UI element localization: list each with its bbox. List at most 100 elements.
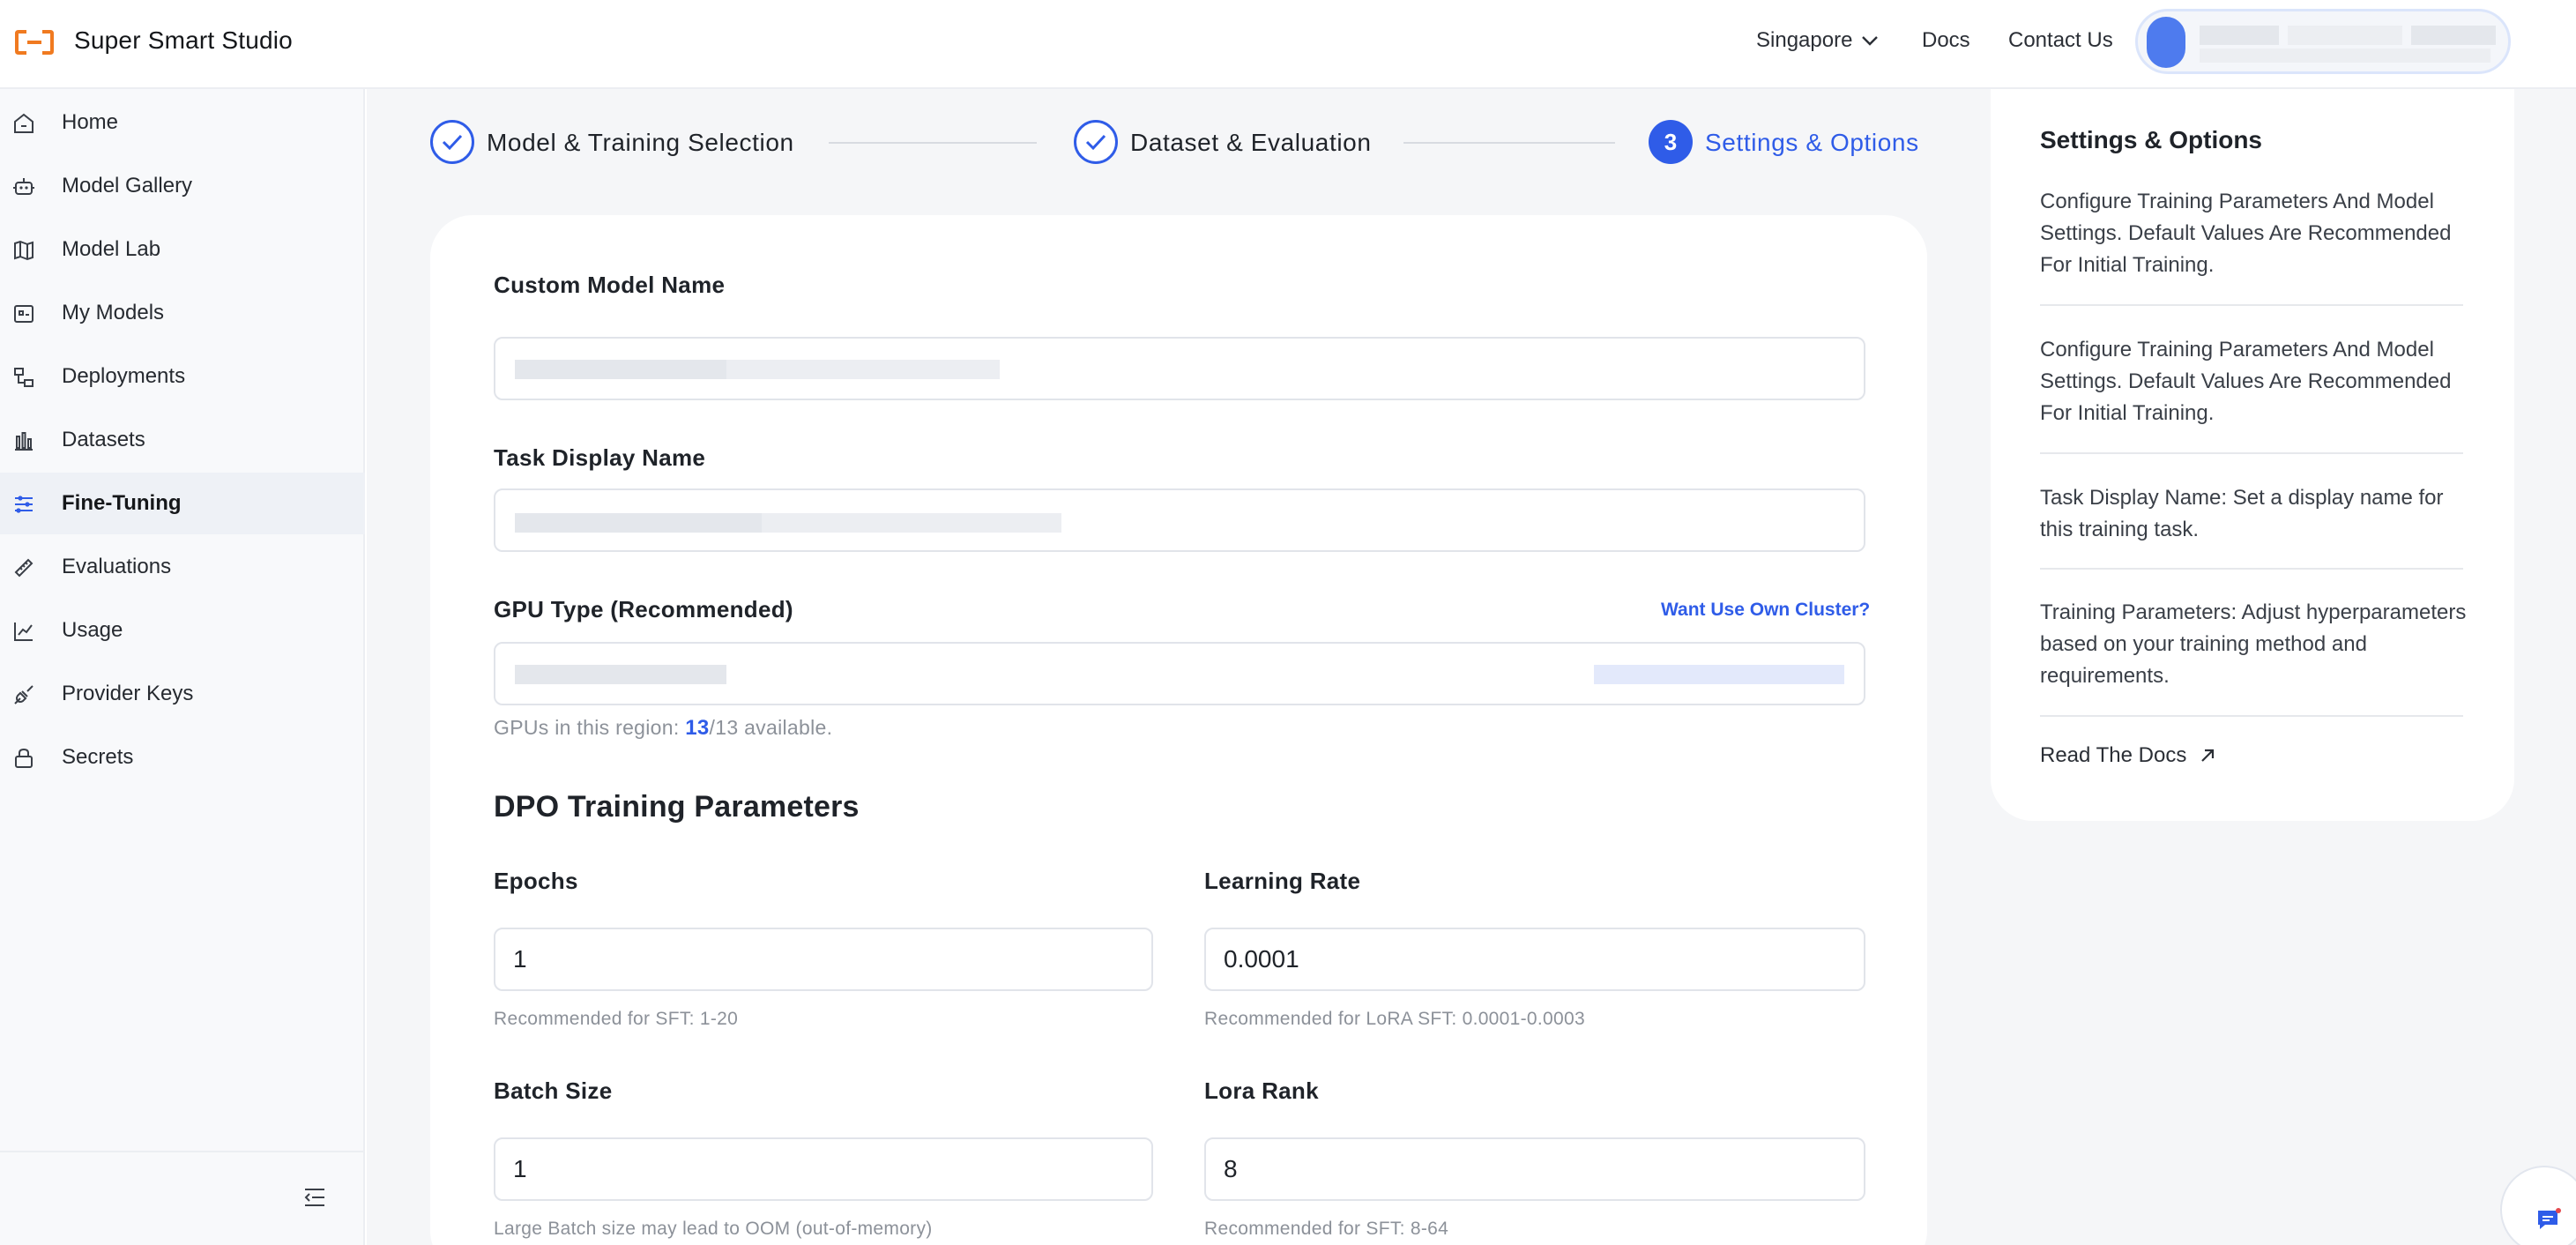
- lora-rank-input[interactable]: 8: [1204, 1137, 1865, 1201]
- sidebar-item-model-gallery[interactable]: Model Gallery: [0, 155, 365, 217]
- chat-icon: [2538, 1208, 2561, 1229]
- step-1-label[interactable]: Model & Training Selection: [487, 129, 794, 157]
- lock-icon: [15, 748, 33, 768]
- sidebar-item-home[interactable]: Home: [0, 92, 365, 153]
- input-value-redacted: [515, 513, 762, 533]
- sidebar-item-label: Evaluations: [62, 555, 172, 578]
- gpu-type-select[interactable]: [494, 642, 1865, 705]
- gpu-hint-prefix: GPUs in this region:: [494, 716, 686, 739]
- gpu-hint-suffix: /13 available.: [709, 716, 833, 739]
- home-icon: [14, 113, 34, 133]
- epochs-input[interactable]: 1: [494, 928, 1153, 991]
- stepper: Model & Training Selection Dataset & Eva…: [430, 120, 1929, 168]
- step-2-check: [1074, 120, 1118, 164]
- sidebar-item-label: Model Gallery: [62, 174, 193, 198]
- help-paragraph: Configure Training Parameters And Model …: [2040, 338, 2452, 425]
- lora-rank-label: Lora Rank: [1204, 1077, 1319, 1104]
- own-cluster-link[interactable]: Want Use Own Cluster?: [1661, 600, 1870, 621]
- batch-size-hint: Large Batch size may lead to OOM (out-of…: [494, 1219, 933, 1239]
- task-display-name-input[interactable]: [494, 488, 1865, 552]
- sidebar-item-label: Deployments: [62, 364, 186, 388]
- learning-rate-label: Learning Rate: [1204, 868, 1361, 894]
- learning-rate-input[interactable]: 0.0001: [1204, 928, 1865, 991]
- task-display-name-label: Task Display Name: [494, 444, 706, 471]
- bar-chart-icon: [15, 432, 33, 451]
- custom-model-name-input[interactable]: [494, 337, 1865, 400]
- sidebar-item-label: My Models: [62, 301, 165, 324]
- help-separator: [2040, 452, 2463, 454]
- sidebar-divider: [0, 1151, 365, 1152]
- sidebar-item-label: Datasets: [62, 428, 145, 451]
- deploy-icon: [14, 368, 34, 387]
- sidebar-item-model-lab[interactable]: Model Lab: [0, 219, 365, 280]
- sidebar-item-datasets[interactable]: Datasets: [0, 409, 365, 471]
- help-separator: [2040, 304, 2463, 306]
- step-3-number: 3: [1649, 120, 1693, 164]
- gpu-badge-redacted: [1594, 665, 1844, 684]
- region-selector[interactable]: Singapore: [1756, 28, 1879, 53]
- help-paragraph: Task Display Name: Set a display name fo…: [2040, 486, 2444, 541]
- input-value-redacted: [515, 360, 726, 379]
- sidebar-item-deployments[interactable]: Deployments: [0, 346, 365, 407]
- sidebar-item-evaluations[interactable]: Evaluations: [0, 536, 365, 598]
- batch-size-input[interactable]: 1: [494, 1137, 1153, 1201]
- chevron-down-icon: [1862, 36, 1879, 46]
- sidebar: Home Model Gallery Model Lab My Models D…: [0, 89, 365, 1245]
- user-email-redacted: [2200, 48, 2490, 63]
- user-menu[interactable]: [2135, 9, 2511, 74]
- user-name-redacted: [2411, 26, 2496, 45]
- sliders-icon: [15, 496, 33, 513]
- gpu-type-value-redacted: [515, 665, 726, 684]
- step-connector: [829, 142, 1037, 144]
- gpu-type-label: GPU Type (Recommended): [494, 596, 793, 622]
- help-paragraph: Configure Training Parameters And Model …: [2040, 190, 2452, 277]
- learning-rate-hint: Recommended for LoRA SFT: 0.0001-0.0003: [1204, 1009, 1585, 1029]
- help-separator: [2040, 568, 2463, 570]
- sidebar-item-usage[interactable]: Usage: [0, 600, 365, 661]
- lora-rank-hint: Recommended for SFT: 8-64: [1204, 1219, 1449, 1239]
- section-title: DPO Training Parameters: [494, 790, 860, 824]
- sidebar-item-provider-keys[interactable]: Provider Keys: [0, 663, 365, 725]
- avatar: [2147, 17, 2185, 68]
- gpu-availability-hint: GPUs in this region: 13/13 available.: [494, 716, 832, 741]
- help-panel: Settings & Options Configure Training Pa…: [1991, 89, 2514, 821]
- user-name-redacted: [2200, 26, 2279, 45]
- settings-form-card: Custom Model Name Task Display Name GPU …: [430, 215, 1927, 1245]
- input-value-redacted: [762, 513, 1061, 533]
- app-brand: Super Smart Studio: [74, 26, 293, 54]
- usage-chart-icon: [14, 622, 33, 641]
- region-label: Singapore: [1756, 28, 1853, 52]
- custom-model-name-label: Custom Model Name: [494, 272, 726, 298]
- help-paragraph: Training Parameters: Adjust hyperparamet…: [2040, 600, 2467, 688]
- check-icon: [1085, 134, 1106, 151]
- step-3-label[interactable]: Settings & Options: [1705, 129, 1919, 157]
- plug-icon: [14, 685, 34, 705]
- help-separator: [2040, 715, 2463, 717]
- contact-us-link[interactable]: Contact Us: [2008, 28, 2113, 53]
- sidebar-item-label: Usage: [62, 618, 123, 642]
- epochs-label: Epochs: [494, 868, 578, 894]
- sidebar-item-label: Home: [62, 110, 119, 134]
- sidebar-item-my-models[interactable]: My Models: [0, 282, 365, 344]
- sidebar-item-label: Fine-Tuning: [62, 491, 182, 515]
- docs-link[interactable]: Docs: [1922, 28, 1970, 53]
- sidebar-item-label: Model Lab: [62, 237, 161, 261]
- ruler-icon: [14, 558, 34, 578]
- read-docs-label: Read The Docs: [2040, 743, 2187, 767]
- sidebar-item-label: Provider Keys: [62, 682, 194, 705]
- help-panel-title: Settings & Options: [2040, 126, 2262, 153]
- collapse-menu-icon[interactable]: [303, 1187, 326, 1208]
- sidebar-item-secrets[interactable]: Secrets: [0, 727, 365, 788]
- top-bar: Super Smart Studio Singapore Docs Contac…: [0, 0, 2576, 89]
- input-value-redacted: [726, 360, 1000, 379]
- step-1-check: [430, 120, 474, 164]
- step-connector: [1403, 142, 1615, 144]
- robot-icon: [13, 178, 34, 195]
- epochs-hint: Recommended for SFT: 1-20: [494, 1009, 739, 1029]
- batch-size-label: Batch Size: [494, 1077, 613, 1104]
- map-icon: [14, 240, 34, 261]
- step-2-label[interactable]: Dataset & Evaluation: [1130, 129, 1372, 157]
- sidebar-item-fine-tuning[interactable]: Fine-Tuning: [0, 473, 365, 534]
- check-icon: [442, 134, 463, 151]
- read-docs-link[interactable]: Read The Docs: [2040, 743, 2216, 768]
